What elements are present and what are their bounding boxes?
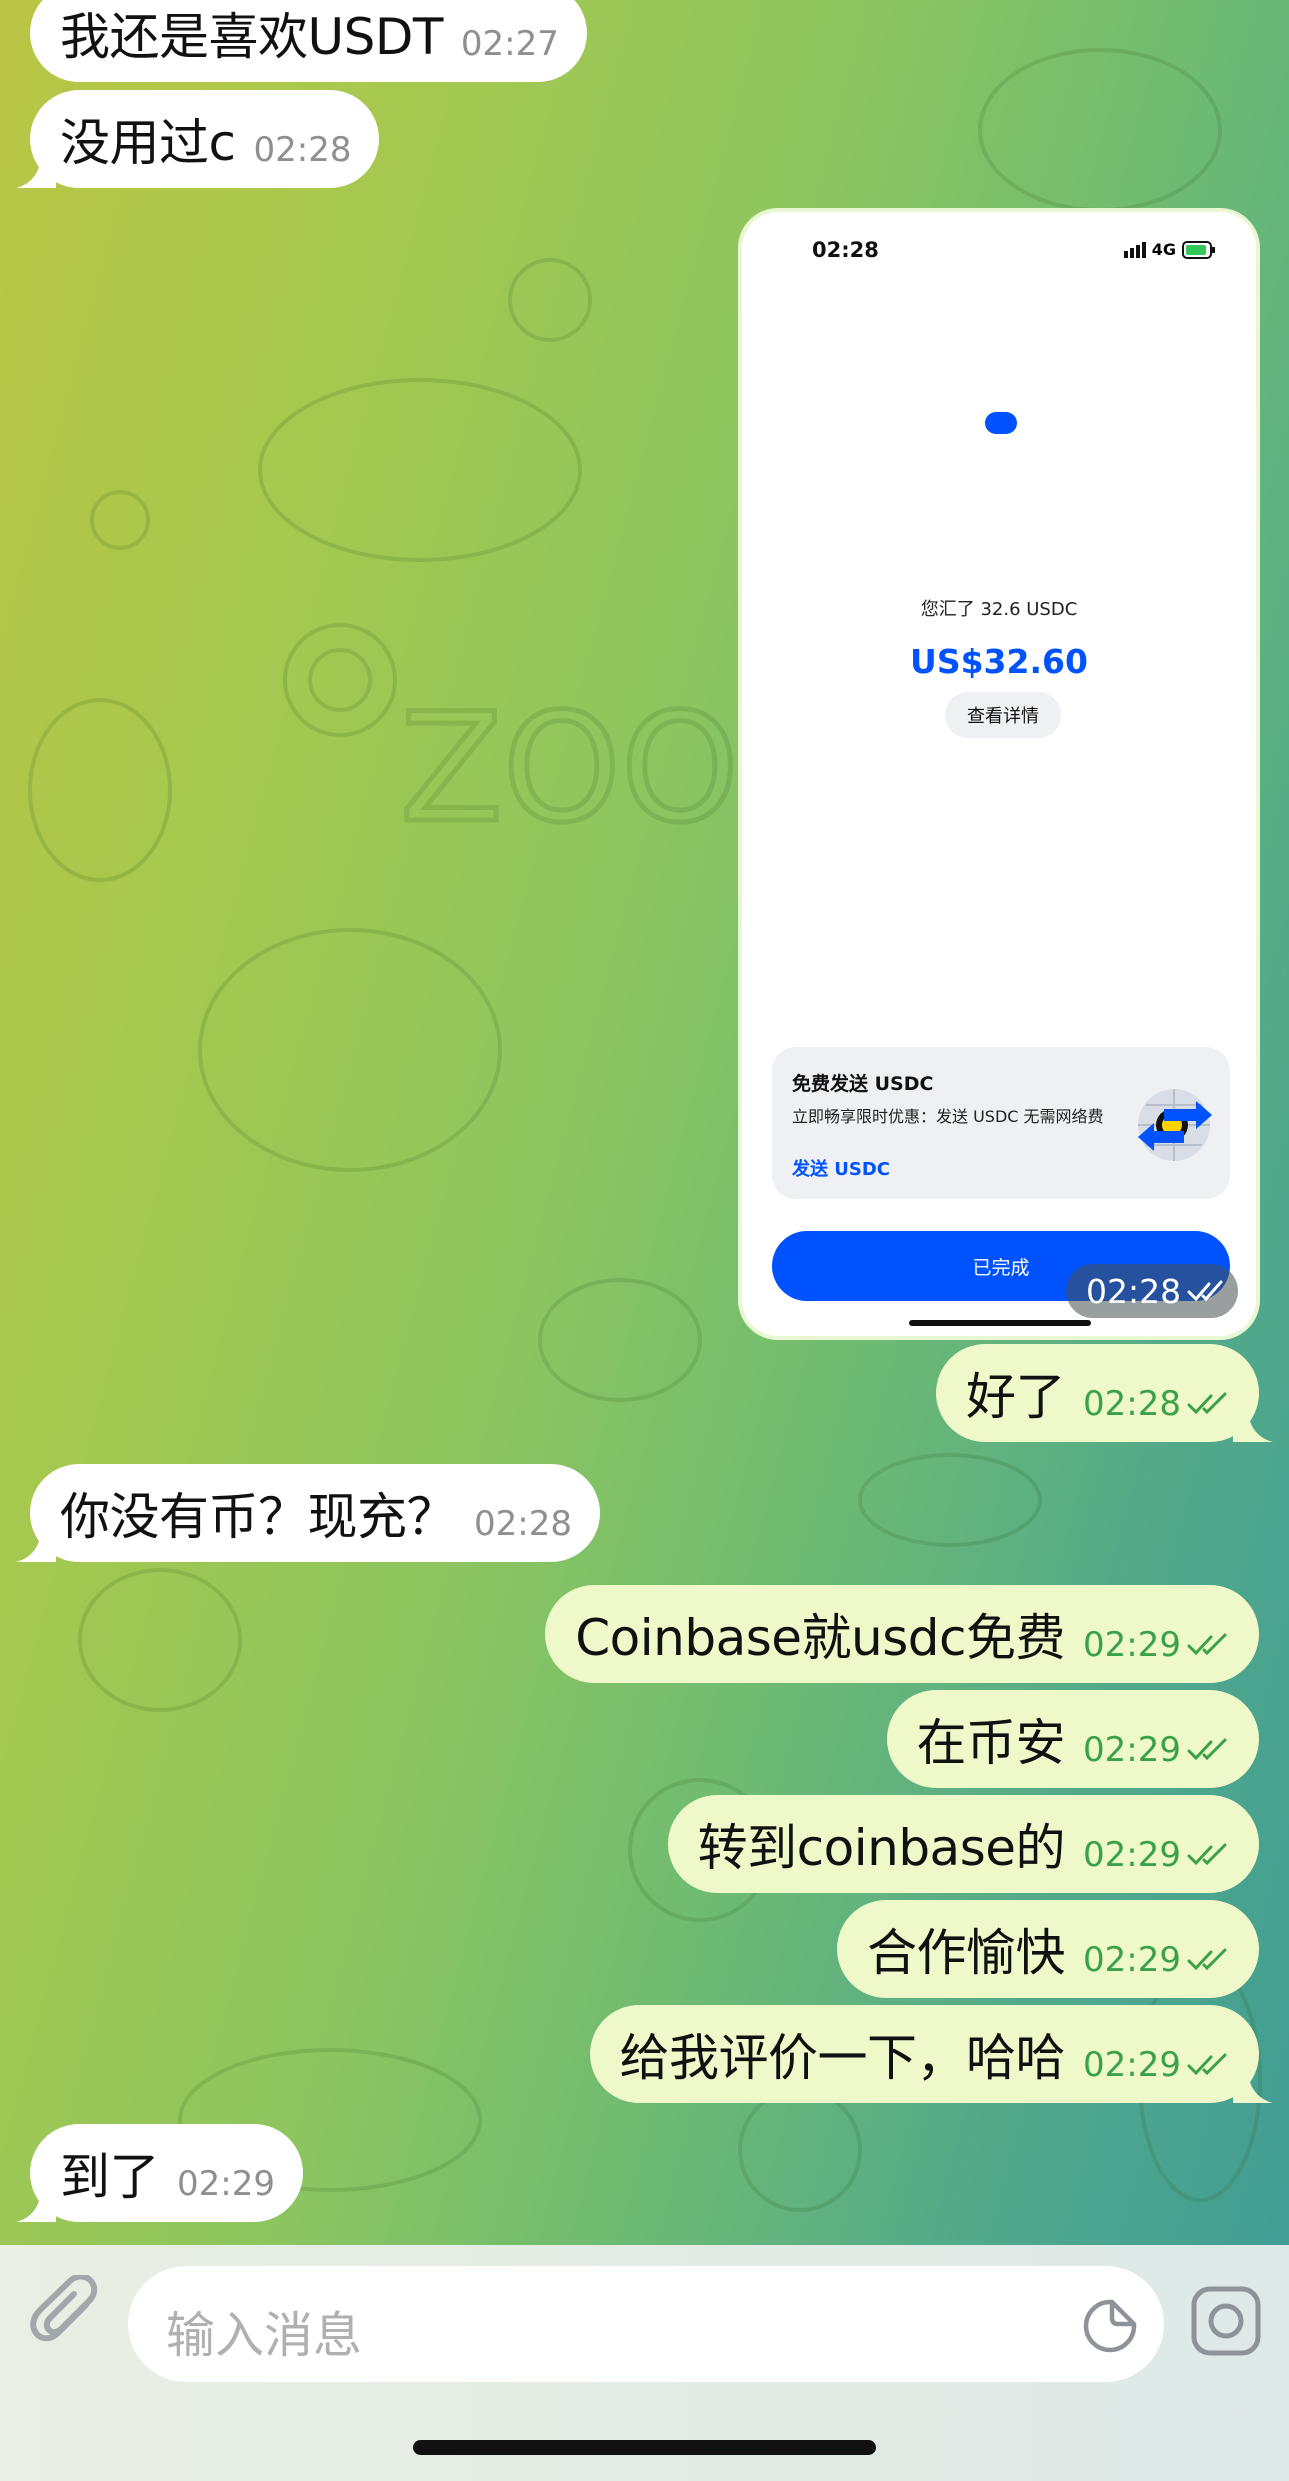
- message-input[interactable]: 输入消息: [128, 2266, 1164, 2382]
- network-label: 4G: [1151, 240, 1176, 259]
- message-text: 到了: [60, 2148, 160, 2206]
- message-time: 02:29: [1083, 1835, 1181, 1875]
- message-text: 我还是喜欢USDT: [60, 8, 443, 66]
- message-outgoing[interactable]: 合作愉快 02:29: [837, 1900, 1259, 1998]
- message-outgoing[interactable]: 给我评价一下，哈哈 02:29: [589, 2005, 1259, 2103]
- view-details-button: 查看详情: [945, 692, 1061, 738]
- globe-transfer-icon: [1138, 1089, 1212, 1161]
- sticker-icon[interactable]: [1082, 2298, 1138, 2354]
- double-check-icon: [1187, 1280, 1223, 1302]
- message-time: 02:28: [253, 130, 352, 170]
- message-time: 02:28: [1086, 1271, 1182, 1311]
- battery-icon: [1182, 240, 1215, 259]
- sent-summary: 您汇了 32.6 USDC: [920, 599, 1078, 620]
- message-text: 合作愉快: [867, 1924, 1066, 1982]
- promo-card: 免费发送 USDC 立即畅享限时优惠：发送 USDC 无需网络费 发送 USDC: [772, 1047, 1230, 1199]
- status-icons: 4G: [1123, 240, 1216, 259]
- image-message[interactable]: 02:28 4G 您汇了 32.6 USDC US$32.60 查看详情 免费发…: [738, 208, 1260, 1340]
- message-incoming[interactable]: 到了 02:29: [30, 2124, 303, 2222]
- signal-icon: [1123, 241, 1146, 258]
- status-time: 02:28: [812, 238, 879, 262]
- message-time: 02:29: [1083, 1940, 1181, 1980]
- promo-title: 免费发送 USDC: [792, 1073, 934, 1095]
- image-timestamp: 02:28: [1066, 1264, 1238, 1318]
- double-check-icon: [1187, 1738, 1227, 1761]
- double-check-icon: [1187, 1843, 1227, 1866]
- message-incoming[interactable]: 没用过c 02:28: [30, 90, 380, 188]
- message-outgoing[interactable]: 在币安 02:29: [886, 1690, 1259, 1788]
- message-time: 02:29: [1083, 1730, 1181, 1770]
- send-usdc-link: 发送 USDC: [792, 1159, 890, 1180]
- loading-indicator: [985, 412, 1017, 434]
- svg-text:ZOO: ZOO: [400, 682, 739, 856]
- double-check-icon: [1187, 1948, 1227, 1971]
- message-text: Coinbase就usdc免费: [575, 1609, 1066, 1667]
- sent-amount: US$32.60: [910, 642, 1088, 681]
- promo-description: 立即畅享限时优惠：发送 USDC 无需网络费: [792, 1107, 1104, 1126]
- message-text: 转到coinbase的: [697, 1819, 1066, 1877]
- message-incoming[interactable]: 我还是喜欢USDT 02:27: [30, 0, 587, 82]
- message-outgoing[interactable]: Coinbase就usdc免费 02:29: [545, 1585, 1259, 1683]
- camera-icon[interactable]: [1190, 2285, 1262, 2357]
- double-check-icon: [1187, 1633, 1227, 1656]
- message-time: 02:28: [1083, 1384, 1181, 1424]
- message-text: 好了: [966, 1368, 1066, 1426]
- message-time: 02:29: [1083, 2045, 1181, 2085]
- message-time: 02:29: [177, 2164, 275, 2204]
- message-incoming[interactable]: 你没有币？现充？ 02:28: [30, 1464, 600, 1562]
- home-indicator: [413, 2440, 876, 2455]
- message-text: 在币安: [916, 1714, 1066, 1772]
- message-text: 给我评价一下，哈哈: [619, 2029, 1066, 2087]
- message-text: 没用过c: [60, 114, 236, 172]
- message-time: 02:28: [474, 1504, 572, 1544]
- message-time: 02:29: [1083, 1625, 1181, 1665]
- message-outgoing[interactable]: 好了 02:28: [936, 1344, 1259, 1442]
- coinbase-screenshot: 02:28 4G 您汇了 32.6 USDC US$32.60 查看详情 免费发…: [742, 212, 1256, 1336]
- double-check-icon: [1187, 1392, 1227, 1415]
- message-composer: 输入消息: [0, 2245, 1289, 2481]
- home-indicator: [909, 1320, 1091, 1326]
- message-outgoing[interactable]: 转到coinbase的 02:29: [667, 1795, 1259, 1893]
- paperclip-icon[interactable]: [28, 2275, 104, 2359]
- message-text: 你没有币？现充？: [60, 1488, 457, 1546]
- message-input-placeholder: 输入消息: [166, 2307, 363, 2364]
- message-time: 02:27: [460, 24, 559, 64]
- double-check-icon: [1187, 2053, 1227, 2076]
